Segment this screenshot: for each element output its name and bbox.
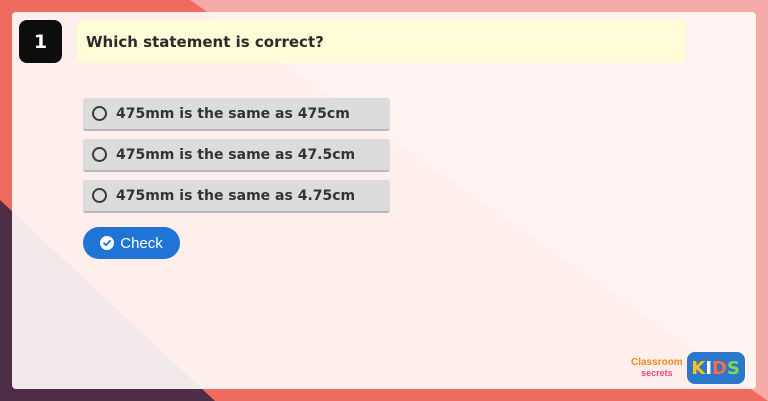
- question-number-badge: 1: [19, 20, 62, 63]
- question-text: Which statement is correct?: [86, 32, 324, 51]
- answer-option-label: 475mm is the same as 47.5cm: [116, 146, 356, 163]
- answer-option-label: 475mm is the same as 4.75cm: [116, 187, 356, 204]
- answer-option-1[interactable]: 475mm is the same as 475cm: [83, 98, 390, 131]
- question-box: Which statement is correct?: [77, 20, 686, 63]
- kids-badge: K I D S: [686, 352, 745, 384]
- kids-letter: I: [705, 357, 713, 379]
- answer-option-3[interactable]: 475mm is the same as 4.75cm: [83, 180, 390, 213]
- answer-option-2[interactable]: 475mm is the same as 47.5cm: [83, 139, 390, 172]
- kids-letter: K: [691, 357, 706, 379]
- logo-secrets-text: secrets: [641, 368, 673, 378]
- logo-classroom-text: Classroom: [631, 357, 683, 368]
- classroom-secrets-kids-logo: Classroom secrets K I D S: [631, 352, 745, 384]
- check-button[interactable]: Check: [83, 227, 180, 259]
- radio-icon[interactable]: [92, 106, 107, 121]
- kids-letter: D: [712, 357, 727, 379]
- radio-icon[interactable]: [92, 188, 107, 203]
- check-button-label: Check: [120, 234, 163, 252]
- answer-option-label: 475mm is the same as 475cm: [116, 105, 350, 122]
- question-number: 1: [33, 30, 48, 53]
- answer-options: 475mm is the same as 475cm 475mm is the …: [83, 98, 390, 221]
- radio-icon[interactable]: [92, 147, 107, 162]
- check-circle-icon: [100, 236, 115, 250]
- kids-letter: S: [727, 357, 740, 379]
- classroom-secrets-wordmark: Classroom secrets: [631, 357, 683, 379]
